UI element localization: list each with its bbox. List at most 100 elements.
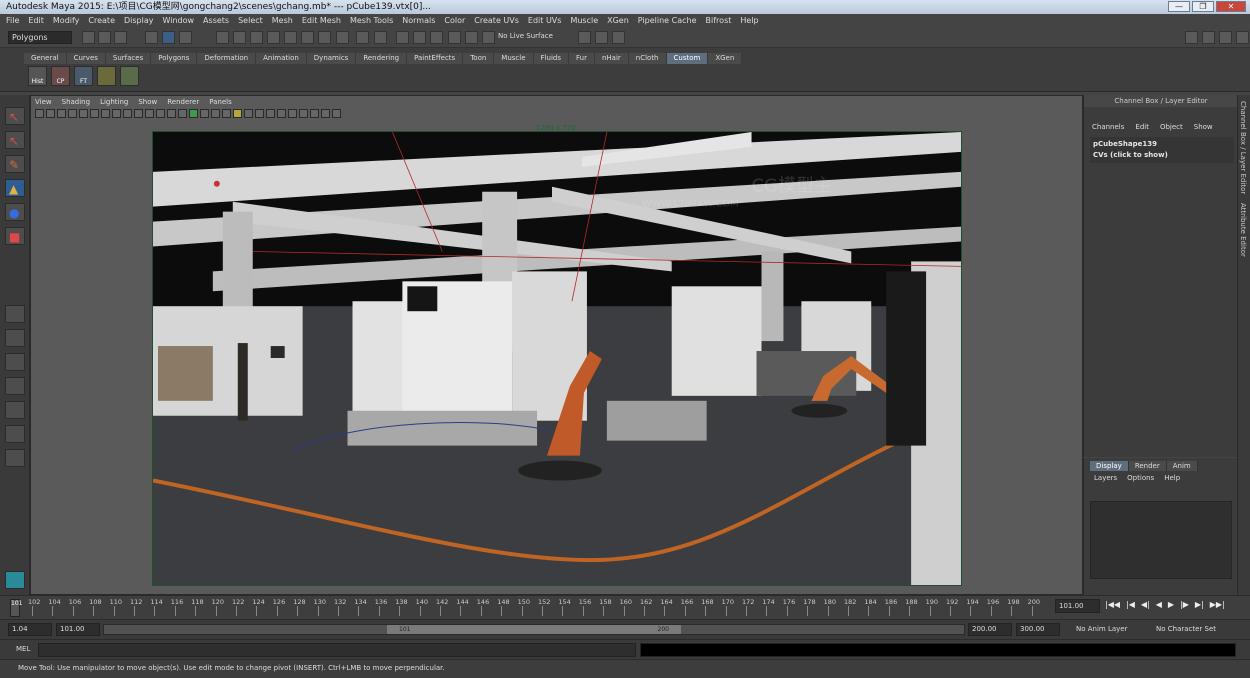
rotate-tool-icon[interactable]: ● [5, 203, 25, 221]
menu-set-dropdown[interactable]: Polygons [8, 31, 72, 44]
toggle-outliner-icon[interactable] [578, 31, 591, 44]
lasso-tool-icon[interactable]: ↖ [5, 131, 25, 149]
layer-tab-anim[interactable]: Anim [1166, 461, 1198, 471]
layout-persp-graph-icon[interactable] [5, 377, 25, 395]
safe-title-icon[interactable] [145, 109, 154, 118]
menu-muscle[interactable]: Muscle [570, 14, 598, 28]
shelf-tab-painteffects[interactable]: PaintEffects [407, 53, 464, 64]
menu-file[interactable]: File [6, 14, 19, 28]
step-back-frame-button[interactable]: ◀| [1141, 600, 1150, 609]
xray-icon[interactable] [200, 109, 209, 118]
close-button[interactable]: ✕ [1216, 1, 1246, 12]
panel-menu-renderer[interactable]: Renderer [167, 98, 199, 106]
ambient-occlusion-icon[interactable] [255, 109, 264, 118]
range-bar[interactable]: 101 200 [103, 624, 965, 635]
side-tab-attribute-editor[interactable]: Attribute Editor [1239, 203, 1247, 257]
grid-icon[interactable] [79, 109, 88, 118]
play-forward-button[interactable]: ▶ [1168, 600, 1174, 609]
render-view-icon[interactable] [465, 31, 478, 44]
film-gate-icon[interactable] [90, 109, 99, 118]
playback-end-field[interactable]: 200.00 [968, 623, 1012, 636]
xray-active-icon[interactable] [310, 109, 319, 118]
menu-edit-mesh[interactable]: Edit Mesh [302, 14, 341, 28]
perspective-viewport[interactable]: View Shading Lighting Show Renderer Pane… [30, 95, 1083, 595]
isolate-select-icon[interactable] [299, 109, 308, 118]
gamma-icon[interactable] [332, 109, 341, 118]
shadows-icon[interactable] [244, 109, 253, 118]
panel-menu-panels[interactable]: Panels [209, 98, 232, 106]
hypershade-icon[interactable] [448, 31, 461, 44]
shelf-tab-rendering[interactable]: Rendering [356, 53, 408, 64]
camera-select-icon[interactable] [35, 109, 44, 118]
menu-window[interactable]: Window [163, 14, 195, 28]
object-name[interactable]: pCubeShape139 [1093, 139, 1231, 150]
menu-edit[interactable]: Edit [28, 14, 44, 28]
menu-color[interactable]: Color [444, 14, 465, 28]
anim-layer-dropdown[interactable]: No Anim Layer [1076, 625, 1127, 633]
range-handle[interactable]: 101 200 [387, 625, 681, 634]
menu-display[interactable]: Display [124, 14, 154, 28]
channel-menu-show[interactable]: Show [1194, 123, 1213, 131]
paint-select-tool-icon[interactable]: ✎ [5, 155, 25, 173]
snap-view-icon[interactable] [267, 31, 280, 44]
menu-create[interactable]: Create [88, 14, 115, 28]
panel-menu-view[interactable]: View [35, 98, 52, 106]
layout-two-pane-icon[interactable] [5, 353, 25, 371]
panel-menu-lighting[interactable]: Lighting [100, 98, 128, 106]
shelf-tool-icon[interactable] [120, 66, 139, 86]
select-component-icon[interactable] [179, 31, 192, 44]
flat-shade-icon[interactable] [178, 109, 187, 118]
menu-normals[interactable]: Normals [402, 14, 435, 28]
layer-menu-options[interactable]: Options [1127, 474, 1154, 482]
new-scene-icon[interactable] [82, 31, 95, 44]
menu-edit-uvs[interactable]: Edit UVs [528, 14, 562, 28]
go-to-end-button[interactable]: ▶▶| [1210, 600, 1225, 609]
camera-icon[interactable] [482, 31, 495, 44]
animation-end-field[interactable]: 300.00 [1016, 623, 1060, 636]
history-icon[interactable] [301, 31, 314, 44]
hud-icon[interactable] [321, 109, 330, 118]
character-set-dropdown[interactable]: No Character Set [1156, 625, 1216, 633]
make-live-icon[interactable] [284, 31, 297, 44]
render-settings-icon[interactable] [430, 31, 443, 44]
shelf-tab-custom[interactable]: Custom [666, 53, 709, 64]
smooth-shade-icon[interactable] [167, 109, 176, 118]
delete-history-button[interactable]: Hist [28, 66, 47, 86]
select-tool-icon[interactable]: ↖ [5, 107, 25, 125]
select-object-icon[interactable] [162, 31, 175, 44]
shelf-tab-deformation[interactable]: Deformation [197, 53, 257, 64]
shelf-tab-fluids[interactable]: Fluids [533, 53, 569, 64]
magnet-icon[interactable] [374, 31, 387, 44]
layout-single-pane-icon[interactable] [5, 305, 25, 323]
ipr-render-icon[interactable] [413, 31, 426, 44]
shelf-tab-xgen[interactable]: XGen [708, 53, 743, 64]
minimize-button[interactable]: — [1168, 1, 1190, 12]
playback-start-field[interactable]: 101.00 [56, 623, 100, 636]
construction-icon[interactable] [318, 31, 331, 44]
animation-start-field[interactable]: 1.04 [8, 623, 52, 636]
current-frame-marker[interactable]: 101 [10, 599, 22, 617]
lock-icon[interactable] [356, 31, 369, 44]
menu-pipeline-cache[interactable]: Pipeline Cache [638, 14, 697, 28]
menu-modify[interactable]: Modify [53, 14, 80, 28]
center-pivot-button[interactable]: CP [51, 66, 70, 86]
move-tool-icon[interactable]: ▲ [5, 179, 25, 197]
shelf-tab-general[interactable]: General [24, 53, 67, 64]
render-icon[interactable] [396, 31, 409, 44]
layout-hypershade-icon[interactable] [5, 425, 25, 443]
layer-tab-render[interactable]: Render [1128, 461, 1167, 471]
shelf-tab-polygons[interactable]: Polygons [151, 53, 198, 64]
panel-menu-shading[interactable]: Shading [62, 98, 90, 106]
shelf-tab-muscle[interactable]: Muscle [494, 53, 534, 64]
panel-menu-show[interactable]: Show [138, 98, 157, 106]
menu-mesh-tools[interactable]: Mesh Tools [350, 14, 393, 28]
step-forward-key-button[interactable]: ▶| [1195, 600, 1204, 609]
shelf-tab-fur[interactable]: Fur [568, 53, 595, 64]
shelf-tab-surfaces[interactable]: Surfaces [105, 53, 152, 64]
use-all-lights-icon[interactable] [233, 109, 242, 118]
step-forward-frame-button[interactable]: |▶ [1180, 600, 1189, 609]
channel-menu-object[interactable]: Object [1160, 123, 1183, 131]
play-backward-button[interactable]: ◀ [1156, 600, 1162, 609]
camera-attr-icon[interactable] [46, 109, 55, 118]
restore-button[interactable]: ❐ [1192, 1, 1214, 12]
